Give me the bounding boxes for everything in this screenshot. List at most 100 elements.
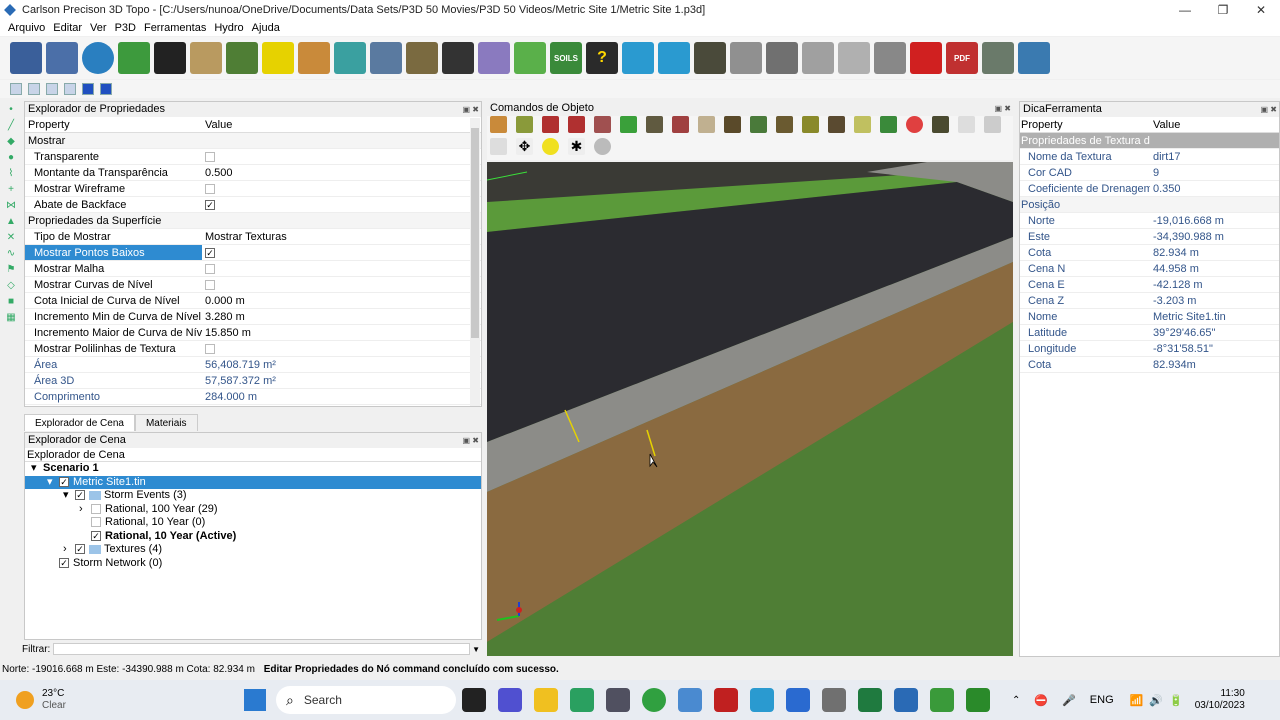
soils-icon[interactable]: SOILS <box>550 42 582 74</box>
tree-node[interactable]: ▾ ✓ Metric Site1.tin <box>25 475 481 490</box>
property-row[interactable]: Área 56,408.719 m² <box>25 357 481 373</box>
grid-profile-icon[interactable] <box>370 42 402 74</box>
property-value[interactable]: ✓ <box>202 245 481 260</box>
expand-chevron-icon[interactable]: ▾ <box>63 489 75 503</box>
maximize-button[interactable]: ❐ <box>1204 3 1242 17</box>
texture-tool-icon[interactable]: ▦ <box>5 312 17 324</box>
pdf-icon[interactable]: PDF <box>946 42 978 74</box>
carlson-icon[interactable] <box>750 688 774 712</box>
property-row[interactable]: Incremento Maior de Curva de Nível 15.850… <box>25 325 481 341</box>
checkbox[interactable]: ✓ <box>205 248 215 259</box>
property-value[interactable]: 3.280 m <box>202 309 481 324</box>
tree-checkbox[interactable]: ✓ <box>59 476 69 487</box>
photos-icon[interactable] <box>678 688 702 712</box>
tab-materials[interactable]: Materiais <box>134 414 198 431</box>
property-row[interactable]: Incremento Min de Curva de Nível 3.280 m <box>25 309 481 325</box>
menu-hydro[interactable]: Hydro <box>214 22 243 34</box>
battery-icon[interactable]: 🔋 <box>1169 694 1183 707</box>
tree-node[interactable]: ✓ Storm Network (0) <box>25 557 481 571</box>
cmd-grid-icon[interactable] <box>594 116 611 133</box>
cmd-edit-icon[interactable] <box>828 116 845 133</box>
flag-tool-icon[interactable]: ⚑ <box>5 264 17 276</box>
tree-checkbox[interactable]: ✓ <box>59 557 69 568</box>
taskbar-search[interactable]: ⌕ Search <box>276 686 456 714</box>
surface-edit-icon[interactable] <box>46 42 78 74</box>
panel-float-close-icon[interactable]: ▣ ✖ <box>463 102 479 117</box>
property-value[interactable]: 15.850 m <box>202 325 481 340</box>
diamond-tool-icon[interactable]: ◇ <box>5 280 17 292</box>
view-front-icon[interactable] <box>28 83 40 95</box>
property-value[interactable] <box>202 261 481 276</box>
pencil-icon[interactable] <box>298 42 330 74</box>
minimize-button[interactable]: — <box>1166 3 1204 17</box>
node-tool-icon[interactable]: ● <box>5 152 17 164</box>
cone-tool-icon[interactable]: ▲ <box>5 216 17 228</box>
expand-chevron-icon[interactable]: › <box>79 503 91 517</box>
commands-float-close-icon[interactable]: ▣ ✖ <box>995 101 1011 116</box>
property-value[interactable]: ✓ <box>202 197 481 212</box>
property-row[interactable]: Mostrar Malha <box>25 261 481 277</box>
move-icon[interactable]: ✥ <box>516 138 533 155</box>
point-tool-icon[interactable]: • <box>5 104 17 116</box>
cmd-area-icon[interactable] <box>802 116 819 133</box>
surface-tool-icon[interactable] <box>10 42 42 74</box>
cmd-checker3-icon[interactable] <box>672 116 689 133</box>
tree-checkbox[interactable]: ✓ <box>75 544 85 555</box>
tree-node[interactable]: › Rational, 100 Year (29) <box>25 503 481 517</box>
menu-p3d[interactable]: P3D <box>115 22 136 34</box>
property-value[interactable] <box>202 133 481 148</box>
p3d-icon[interactable] <box>786 688 810 712</box>
property-row[interactable]: Mostrar Wireframe <box>25 181 481 197</box>
expand-chevron-icon[interactable]: ▾ <box>47 476 59 490</box>
tree-checkbox[interactable] <box>91 517 101 528</box>
help-icon[interactable]: ? <box>586 42 618 74</box>
hydrant-icon[interactable] <box>910 42 942 74</box>
join-tool-icon[interactable]: ⋈ <box>5 200 17 212</box>
tab-scene-explorer[interactable]: Explorador de Cena <box>24 414 135 431</box>
property-value[interactable]: 284.000 m <box>202 389 481 404</box>
photo-icon[interactable] <box>1018 42 1050 74</box>
menu-ver[interactable]: Ver <box>90 22 107 34</box>
checkbox[interactable] <box>205 264 215 275</box>
cmd-plane-icon[interactable] <box>620 116 637 133</box>
property-value[interactable] <box>202 149 481 164</box>
line-draw-icon[interactable] <box>262 42 294 74</box>
view-iso-icon[interactable] <box>10 83 22 95</box>
menu-ferramentas[interactable]: Ferramentas <box>144 22 206 34</box>
property-value[interactable] <box>202 181 481 196</box>
property-row[interactable]: Transparente <box>25 149 481 165</box>
carlson-c2-icon[interactable] <box>966 688 990 712</box>
property-value[interactable]: 56,408.719 m² <box>202 357 481 372</box>
volume-icon[interactable]: 🔊 <box>1149 694 1163 707</box>
tree-node[interactable]: ▾ ✓ Storm Events (3) <box>25 489 481 503</box>
cmd-wrench-icon[interactable] <box>646 116 663 133</box>
view-side-icon[interactable] <box>46 83 58 95</box>
wifi-icon[interactable]: 📶 <box>1130 694 1144 707</box>
connector-icon[interactable] <box>838 42 870 74</box>
property-row[interactable]: Mostrar Curvas de Nível <box>25 277 481 293</box>
property-row[interactable]: Abate de Backface ✓ <box>25 197 481 213</box>
surface-tool-icon[interactable]: ■ <box>5 296 17 308</box>
cmd-pencil-icon[interactable] <box>490 116 507 133</box>
property-row[interactable]: Montante da Transparência 0.500 <box>25 165 481 181</box>
property-row[interactable]: Área 3D 57,587.372 m² <box>25 373 481 389</box>
cmd-copy-icon[interactable] <box>490 138 507 155</box>
tree-checkbox[interactable] <box>91 503 101 514</box>
scene-panel-float-close-icon[interactable]: ▣ ✖ <box>463 433 479 448</box>
cmd-checker-icon[interactable] <box>542 116 559 133</box>
stairs-icon[interactable] <box>694 42 726 74</box>
pipe-icon[interactable] <box>730 42 762 74</box>
view-box-icon[interactable] <box>82 83 94 95</box>
close-button[interactable]: ✕ <box>1242 3 1280 17</box>
image-export-icon[interactable] <box>982 42 1014 74</box>
p3d-active-icon[interactable] <box>894 688 918 712</box>
teams-icon[interactable] <box>498 688 522 712</box>
cmd-texture2-icon[interactable] <box>750 116 767 133</box>
property-row[interactable]: Mostrar Pontos Baixos ✓ <box>25 245 481 261</box>
filter-input[interactable] <box>53 643 471 655</box>
property-value[interactable]: 57,587.372 m² <box>202 373 481 388</box>
qgis-icon[interactable] <box>570 688 594 712</box>
chrome-icon[interactable] <box>642 688 666 712</box>
checkbox[interactable] <box>205 152 215 163</box>
checkbox[interactable] <box>205 184 215 195</box>
